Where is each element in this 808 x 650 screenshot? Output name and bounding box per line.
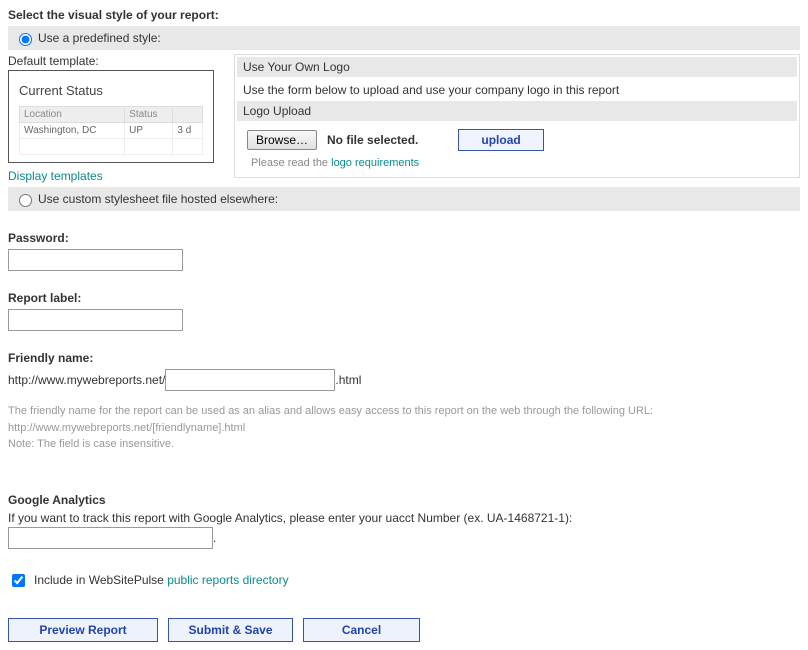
include-public-label: Include in WebSitePulse public reports d… [34,573,289,587]
preview-col-blank [173,107,203,123]
public-reports-link[interactable]: public reports directory [167,573,288,587]
logo-panel: Use Your Own Logo Use the form below to … [234,54,800,178]
display-templates-link[interactable]: Display templates [8,169,103,183]
custom-style-row[interactable]: Use custom stylesheet file hosted elsewh… [8,187,800,211]
predefined-style-row[interactable]: Use a predefined style: [8,26,800,50]
friendly-description: The friendly name for the report can be … [8,403,800,453]
friendly-url-suffix: .html [335,373,361,387]
logo-hint: Please read the logo requirements [237,157,797,175]
friendly-url-prefix: http://www.mywebreports.net/ [8,373,165,387]
report-label-label: Report label: [8,291,800,305]
ga-description: If you want to track this report with Go… [8,511,800,525]
cancel-button[interactable]: Cancel [303,618,420,642]
no-file-label: No file selected. [327,133,418,147]
ga-uacct-input[interactable] [8,527,213,549]
predefined-style-radio[interactable] [19,33,32,46]
upload-button[interactable]: upload [458,129,543,151]
password-label: Password: [8,231,800,245]
page-heading: Select the visual style of your report: [8,8,800,22]
report-label-input[interactable] [8,309,183,331]
table-row: Washington, DC UP 3 d [20,123,203,139]
predefined-style-label: Use a predefined style: [38,31,161,45]
submit-save-button[interactable]: Submit & Save [168,618,293,642]
default-template-label: Default template: [8,54,226,68]
include-public-checkbox[interactable] [12,574,25,587]
logo-requirements-link[interactable]: logo requirements [331,157,419,169]
friendly-name-input[interactable] [165,369,335,391]
friendly-name-label: Friendly name: [8,351,800,365]
browse-button[interactable]: Browse… [247,130,317,150]
logo-instruction: Use the form below to upload and use you… [237,79,797,101]
password-input[interactable] [8,249,183,271]
custom-style-label: Use custom stylesheet file hosted elsewh… [38,192,278,206]
preview-report-button[interactable]: Preview Report [8,618,158,642]
preview-col-location: Location [20,107,125,123]
table-row [20,139,203,155]
preview-col-status: Status [125,107,173,123]
custom-style-radio[interactable] [19,194,32,207]
use-own-logo-header: Use Your Own Logo [237,57,797,77]
template-preview: Current Status Location Status Washingto… [8,70,214,163]
preview-table: Location Status Washington, DC UP 3 d [19,106,203,155]
logo-upload-header: Logo Upload [237,101,797,121]
preview-title: Current Status [19,83,203,98]
ga-heading: Google Analytics [8,493,800,507]
